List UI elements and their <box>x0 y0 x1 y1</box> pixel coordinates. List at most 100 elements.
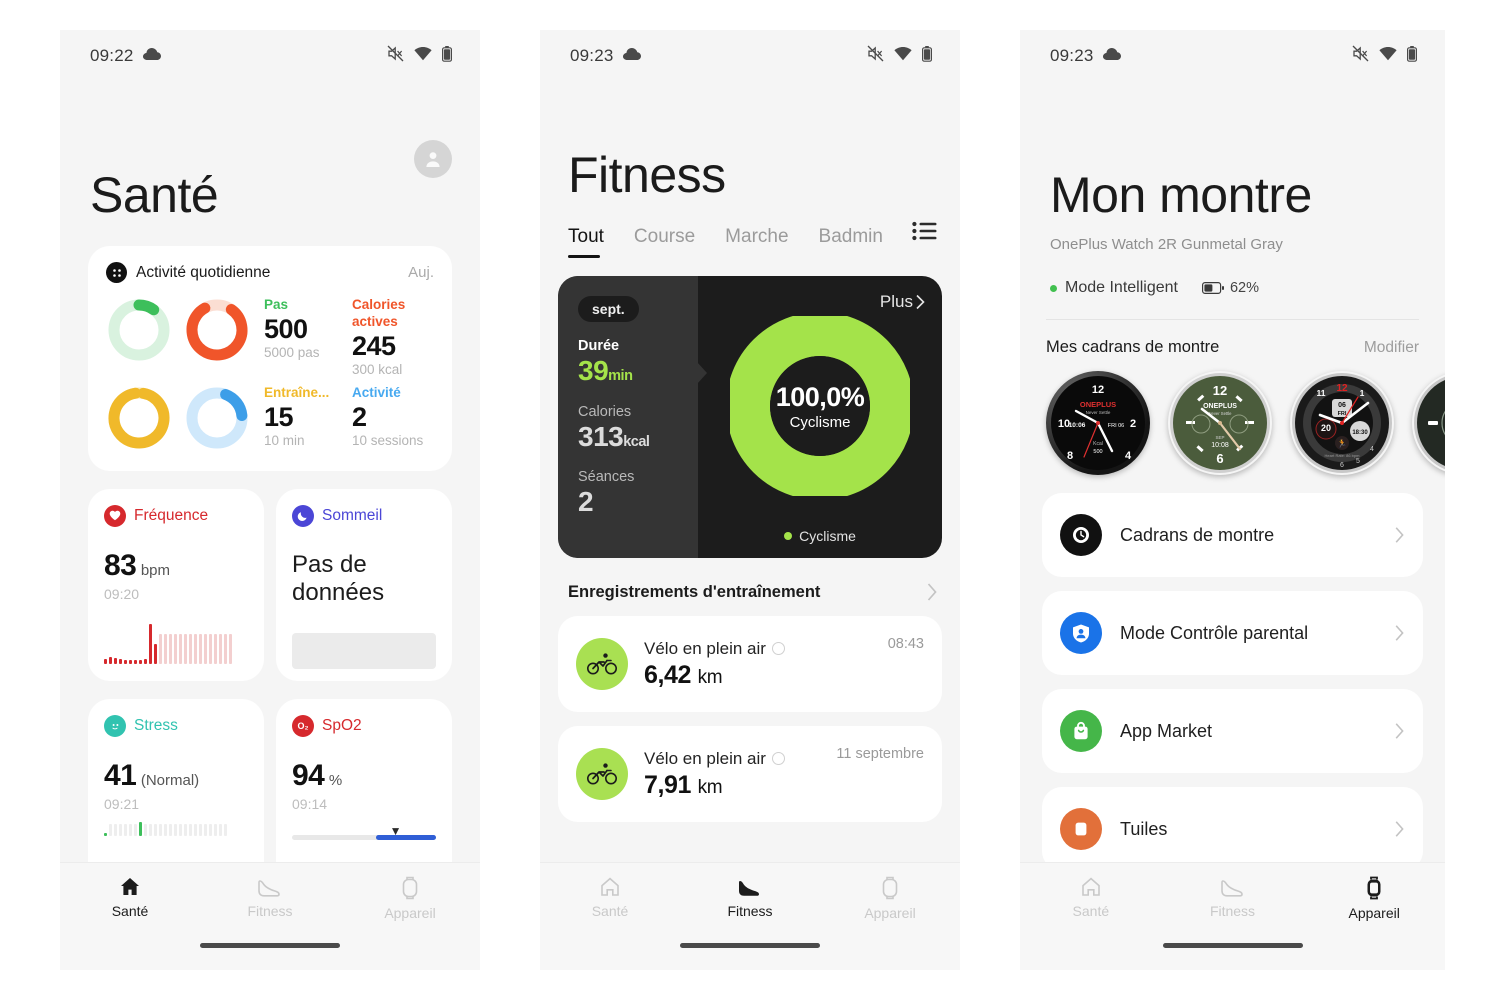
spo2-range: ▼ <box>292 824 436 844</box>
nav-item-fitness[interactable]: Fitness <box>680 875 820 919</box>
page-title-wrap: Mon montre <box>1020 82 1445 220</box>
workout-time: 11 septembre <box>836 746 924 762</box>
svg-text:500: 500 <box>1093 449 1102 455</box>
workout-record-row[interactable]: Vélo en plein air 6,42 km 08:43 <box>558 616 942 712</box>
heart-rate-time: 09:20 <box>104 585 140 602</box>
nav-item-fitness[interactable]: Fitness <box>200 875 340 919</box>
svg-text:4: 4 <box>1370 446 1374 453</box>
svg-text:6: 6 <box>1216 451 1223 466</box>
records-header-row[interactable]: Enregistrements d'entraînement <box>540 558 960 602</box>
svg-text:10:08: 10:08 <box>1211 442 1229 449</box>
home-indicator[interactable] <box>680 943 820 948</box>
cloud-icon <box>622 46 641 66</box>
nav-item-appareil[interactable]: Appareil <box>1303 875 1445 921</box>
metric-training: Entraîne... 15 10 min <box>262 385 346 450</box>
nav-item-sante[interactable]: Santé <box>540 875 680 919</box>
watch-face-oneplus-black[interactable]: 12 10 2 8 4 ONEPLUS Never Settle 10:06 F… <box>1046 371 1150 475</box>
spo2-value: 94 <box>292 759 325 793</box>
menu-item-app-market[interactable]: App Market <box>1042 689 1423 773</box>
watch-faces-edit-button[interactable]: Modifier <box>1364 339 1419 357</box>
monthly-summary-card[interactable]: sept. Durée 39min Calories 313kcal Séanc… <box>558 276 942 558</box>
shoe-icon <box>258 880 280 897</box>
device-name: OnePlus Watch 2R Gunmetal Gray <box>1050 236 1283 253</box>
workout-name: Vélo en plein air <box>644 748 766 768</box>
battery-icon <box>1407 45 1418 67</box>
ring-training <box>106 385 172 451</box>
workout-distance: 6,42 <box>644 660 692 689</box>
svg-text:1: 1 <box>1360 388 1365 398</box>
calories-label: Calories <box>578 403 632 420</box>
svg-text:4: 4 <box>1125 450 1132 462</box>
tab-marche[interactable]: Marche <box>725 226 788 258</box>
ring-calories <box>184 297 250 363</box>
status-time: 09:23 <box>1050 46 1094 65</box>
workout-name: Vélo en plein air <box>644 638 766 658</box>
metric-calories: Calories actives 245 300 kcal <box>350 297 434 379</box>
stress-time: 09:21 <box>104 796 140 813</box>
daily-activity-card[interactable]: Activité quotidienne Auj. Pas 500 5000 p… <box>88 246 452 471</box>
legend-dot-icon <box>784 532 793 540</box>
stress-bars <box>104 818 248 837</box>
health-cards-row-1: Fréquence 83 bpm 09:20 Sommeil Pas de do… <box>88 488 452 682</box>
nav-item-sante[interactable]: Santé <box>60 875 200 919</box>
account-avatar-icon[interactable] <box>414 140 452 178</box>
tab-tout[interactable]: Tout <box>568 226 604 258</box>
card-stress[interactable]: Stress 41 (Normal) 09:21 <box>88 699 264 890</box>
page-title: Mon montre <box>1050 167 1312 223</box>
sessions-value: 2 <box>578 486 594 518</box>
menu-label: Mode Contrôle parental <box>1120 622 1309 643</box>
nav-item-appareil[interactable]: Appareil <box>820 875 960 921</box>
watch-face-red-sport[interactable]: 12 11 1 6 5 4 06 FRI 20 18:30 🏃 Heart Ra… <box>1290 371 1394 475</box>
svg-text:10:06: 10:06 <box>1069 422 1086 429</box>
nav-item-sante[interactable]: Santé <box>1020 875 1162 919</box>
svg-text:SEP: SEP <box>1215 435 1224 440</box>
spo2-unit: % <box>328 772 343 790</box>
list-view-icon[interactable] <box>912 221 938 246</box>
svg-text:FRI: FRI <box>1338 411 1347 417</box>
home-indicator[interactable] <box>1162 943 1303 948</box>
watch-face-oneplus-green[interactable]: 12 6 ONEPLUS Never Settle SEP 10:08 <box>1168 371 1272 475</box>
cycling-icon <box>576 748 628 800</box>
summary-stats-panel: sept. Durée 39min Calories 313kcal Séanc… <box>558 276 707 558</box>
menu-item-tuiles[interactable]: Tuiles <box>1042 787 1423 871</box>
nav-item-fitness[interactable]: Fitness <box>1162 875 1304 919</box>
sleep-nodata: Pas de données <box>292 550 385 606</box>
card-heart-rate-title: Fréquence <box>134 506 209 524</box>
battery-icon <box>922 45 933 67</box>
activity-rings-grid: Pas 500 5000 pas Calories actives 245 30… <box>106 297 434 451</box>
calories-unit: kcal <box>623 433 650 450</box>
watch-face-dark-partial[interactable] <box>1412 371 1445 475</box>
duration-unit: min <box>608 368 633 384</box>
page-title: Santé <box>90 167 219 223</box>
metric-activity-label: Activité <box>352 384 401 400</box>
card-spo2[interactable]: O₂ SpO2 94 % 09:14 ▼ <box>276 699 452 890</box>
chevron-right-icon <box>916 294 925 310</box>
card-heart-rate[interactable]: Fréquence 83 bpm 09:20 <box>88 488 264 682</box>
menu-item-cadrans-de-montre[interactable]: Cadrans de montre <box>1042 493 1423 577</box>
chevron-right-icon <box>1395 821 1404 837</box>
svg-text:Heart Rate: 86 bpm: Heart Rate: 86 bpm <box>1325 453 1361 458</box>
menu-item-mode-controle-parental[interactable]: Mode Contrôle parental <box>1042 591 1423 675</box>
chevron-right-icon <box>1395 527 1404 543</box>
menu-label: Cadrans de montre <box>1120 524 1275 545</box>
nav-label-sante: Santé <box>111 903 149 919</box>
tab-course[interactable]: Course <box>634 226 695 258</box>
workout-time: 08:43 <box>887 636 924 652</box>
duration-label: Durée <box>578 338 620 354</box>
device-battery: 62% <box>1201 280 1259 296</box>
nav-item-appareil[interactable]: Appareil <box>340 875 480 921</box>
workout-record-row[interactable]: Vélo en plein air 7,91 km 11 septembre <box>558 726 942 822</box>
tab-badminton[interactable]: Badminton <box>819 226 883 258</box>
status-bar: 09:23 <box>540 30 960 82</box>
svg-text:FRI 06: FRI 06 <box>1108 423 1125 429</box>
status-time: 09:22 <box>90 46 134 65</box>
nav-label-fitness: Fitness <box>727 903 773 919</box>
watch-face-clock-icon <box>1060 514 1102 556</box>
home-indicator[interactable] <box>200 943 340 948</box>
battery-half-icon <box>1201 282 1224 294</box>
more-link[interactable]: Plus <box>880 292 926 312</box>
watch-faces-carousel[interactable]: 12 10 2 8 4 ONEPLUS Never Settle 10:06 F… <box>1020 357 1445 475</box>
month-pill[interactable]: sept. <box>578 296 639 322</box>
legend-label: Cyclisme <box>799 528 856 544</box>
card-sleep[interactable]: Sommeil Pas de données <box>276 488 452 682</box>
